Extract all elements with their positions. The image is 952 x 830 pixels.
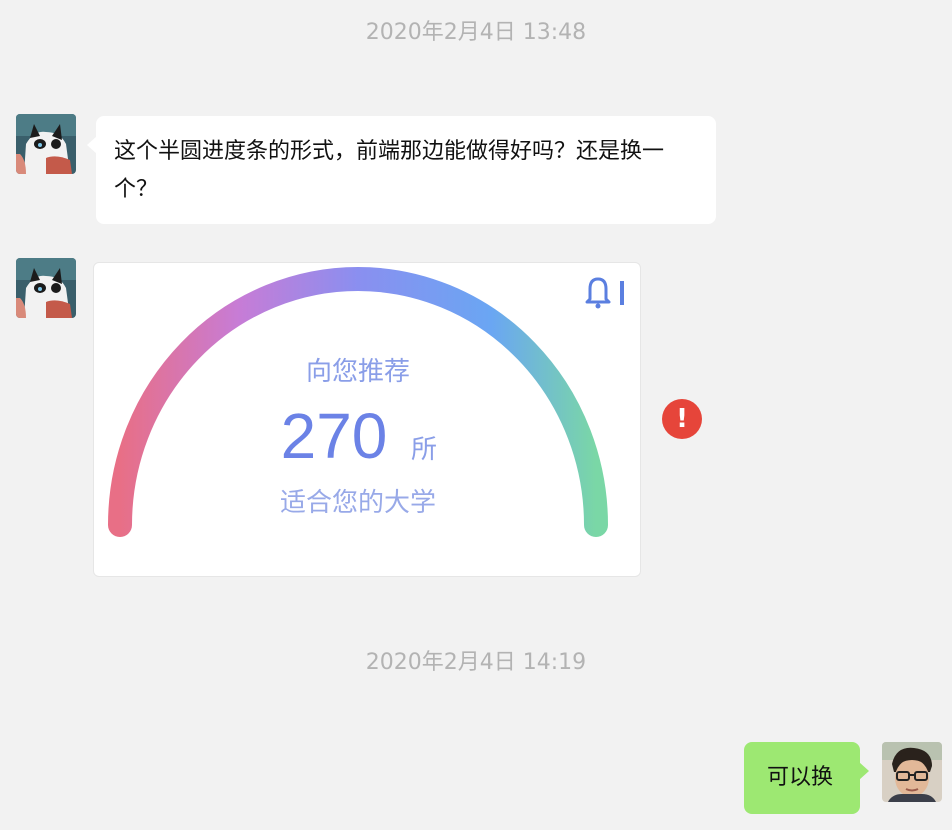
send-failed-icon[interactable]: ! [662, 399, 702, 439]
image-message[interactable]: 向您推荐 270 所 适合您的大学 [93, 262, 641, 577]
incoming-message-bubble[interactable]: 这个半圆进度条的形式，前端那边能做得好吗？还是换一个？ [87, 116, 716, 224]
message-text: 这个半圆进度条的形式，前端那边能做得好吗？还是换一个？ [114, 139, 665, 202]
gauge-count: 270 [281, 400, 388, 472]
timestamp: 2020年2月4日 13:48 [365, 20, 587, 45]
bell-icon [585, 277, 624, 309]
gauge-title: 向您推荐 [306, 356, 410, 386]
contact-avatar[interactable] [16, 258, 76, 318]
outgoing-message-bubble[interactable]: 可以换 [744, 742, 869, 814]
gauge-count-unit: 所 [411, 434, 437, 464]
timestamp: 2020年2月4日 14:19 [365, 650, 587, 675]
my-avatar[interactable] [882, 742, 942, 802]
contact-avatar[interactable] [16, 114, 76, 174]
chat-view: 2020年2月4日 13:48 这个半圆进度条的形式，前端那边能做得好吗？还是换… [0, 0, 952, 830]
message-text: 可以换 [767, 765, 834, 790]
gauge-subtitle: 适合您的大学 [280, 487, 436, 517]
